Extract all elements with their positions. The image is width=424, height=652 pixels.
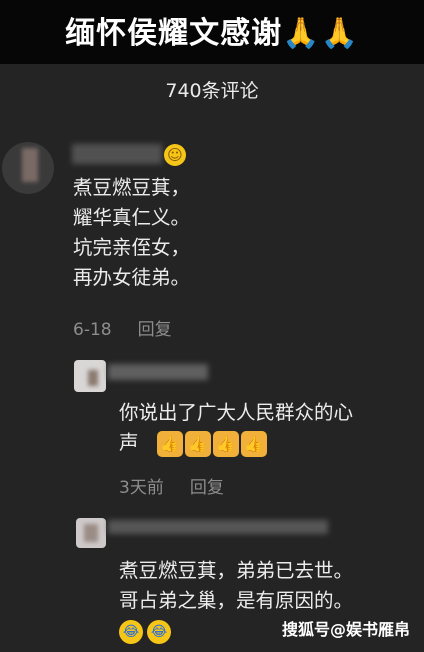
watermark: 搜狐号@娱书雁帛 [281, 620, 410, 639]
thumbs-up-icon: 👍 [212, 430, 239, 457]
reply-button[interactable]: 回复 [138, 320, 172, 340]
username-blurred[interactable] [108, 520, 328, 534]
avatar[interactable] [76, 518, 106, 548]
avatar[interactable] [74, 360, 106, 392]
title-banner: 缅怀侯耀文感谢🙏🙏 [0, 0, 424, 64]
thumbs-up-icon: 👍 [184, 430, 211, 457]
banner-title: 缅怀侯耀文感谢🙏🙏 [0, 8, 424, 52]
comment-count: 740条评论 [165, 80, 259, 102]
smile-emoji-icon: ☺ [164, 144, 186, 166]
comment-date: 3天前 [119, 478, 164, 498]
pray-emoji-icon: 🙏🙏 [282, 16, 359, 51]
username-blurred[interactable] [72, 144, 162, 164]
laughing-emoji-icon: 😂 [147, 619, 171, 644]
comment-meta: 3天前 回复 [119, 473, 224, 498]
banner-title-text: 缅怀侯耀文感谢 [65, 16, 283, 51]
thumbs-up-icon: 👍 [156, 430, 183, 457]
avatar[interactable] [2, 142, 54, 194]
comment-text: 煮豆燃豆萁， 耀华真仁义。 坑完亲侄女， 再办女徒弟。 [73, 176, 191, 289]
username-blurred[interactable] [108, 364, 208, 380]
comment-date: 6-18 [73, 320, 112, 340]
comment-text: 你说出了广大人民群众的心 声 👍 👍 👍 👍 [119, 398, 353, 458]
thumbs-up-icon: 👍 [240, 430, 267, 457]
comment-meta: 6-18 回复 [73, 315, 172, 340]
reply-button[interactable]: 回复 [190, 478, 224, 498]
laughing-emoji-icon: 😂 [119, 619, 143, 644]
